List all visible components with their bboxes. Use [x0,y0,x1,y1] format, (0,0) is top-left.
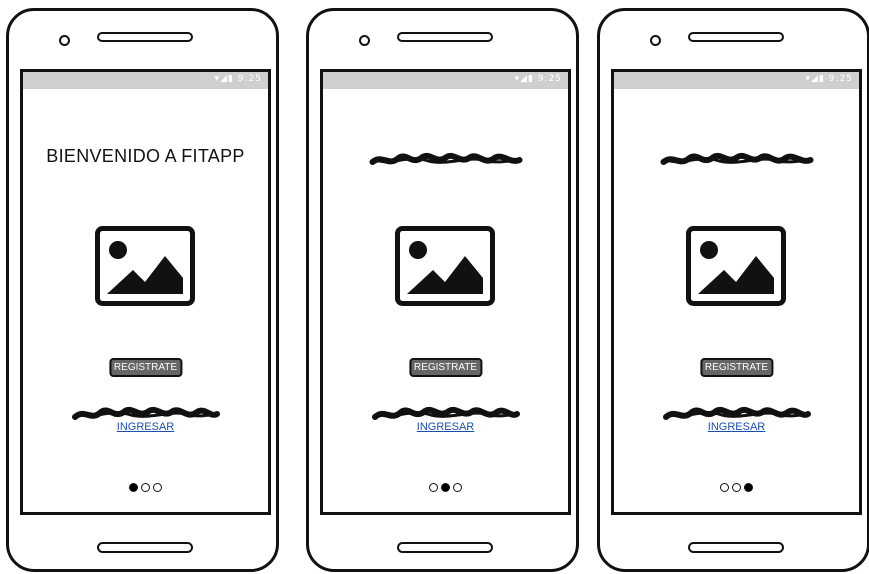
phone-screen-3: ▾◢▮ 9:25 REGISTRATE INGRESAR [611,69,862,515]
status-bar: ▾◢▮ 9:25 [323,72,568,89]
page-dot[interactable] [153,483,162,492]
speaker-slot [397,32,493,42]
scribble-placeholder-title [660,152,813,165]
page-dot-active[interactable] [744,483,753,492]
register-button[interactable]: REGISTRATE [408,358,483,377]
status-icons: ▾◢▮ 9:25 [805,74,853,84]
image-placeholder-icon [95,226,195,306]
camera-icon [650,35,661,46]
home-button [397,542,493,553]
phone-mockup-1: ▾◢▮ 9:25 BIENVENIDO A FITAPP REGISTRATE … [6,8,279,572]
home-button [688,542,784,553]
camera-icon [59,35,70,46]
register-button[interactable]: REGISTRATE [108,358,183,377]
status-bar: ▾◢▮ 9:25 [614,72,859,89]
status-icons: ▾◢▮ 9:25 [214,74,262,84]
camera-icon [359,35,370,46]
speaker-slot [97,32,193,42]
status-icons: ▾◢▮ 9:25 [514,74,562,84]
phone-mockup-3: ▾◢▮ 9:25 REGISTRATE INGRESAR [597,8,869,572]
welcome-title: BIENVENIDO A FITAPP [46,146,245,166]
page-dot[interactable] [429,483,438,492]
scribble-placeholder-title [369,152,522,165]
status-bar: ▾◢▮ 9:25 [23,72,268,89]
image-placeholder-icon [686,226,786,306]
page-indicator [614,483,859,492]
register-button[interactable]: REGISTRATE [699,358,774,377]
page-dot-active[interactable] [441,483,450,492]
page-dot-active[interactable] [129,483,138,492]
login-link[interactable]: INGRESAR [323,421,568,433]
page-dot[interactable] [453,483,462,492]
phone-mockup-2: ▾◢▮ 9:25 REGISTRATE INGRESAR [306,8,579,572]
page-indicator [323,483,568,492]
speaker-slot [688,32,784,42]
page-indicator [23,483,268,492]
page-dot[interactable] [732,483,741,492]
login-link[interactable]: INGRESAR [614,421,859,433]
phone-screen-2: ▾◢▮ 9:25 REGISTRATE INGRESAR [320,69,571,515]
home-button [97,542,193,553]
phone-screen-1: ▾◢▮ 9:25 BIENVENIDO A FITAPP REGISTRATE … [20,69,271,515]
image-placeholder-icon [395,226,495,306]
login-link[interactable]: INGRESAR [23,421,268,433]
page-dot[interactable] [141,483,150,492]
page-dot[interactable] [720,483,729,492]
